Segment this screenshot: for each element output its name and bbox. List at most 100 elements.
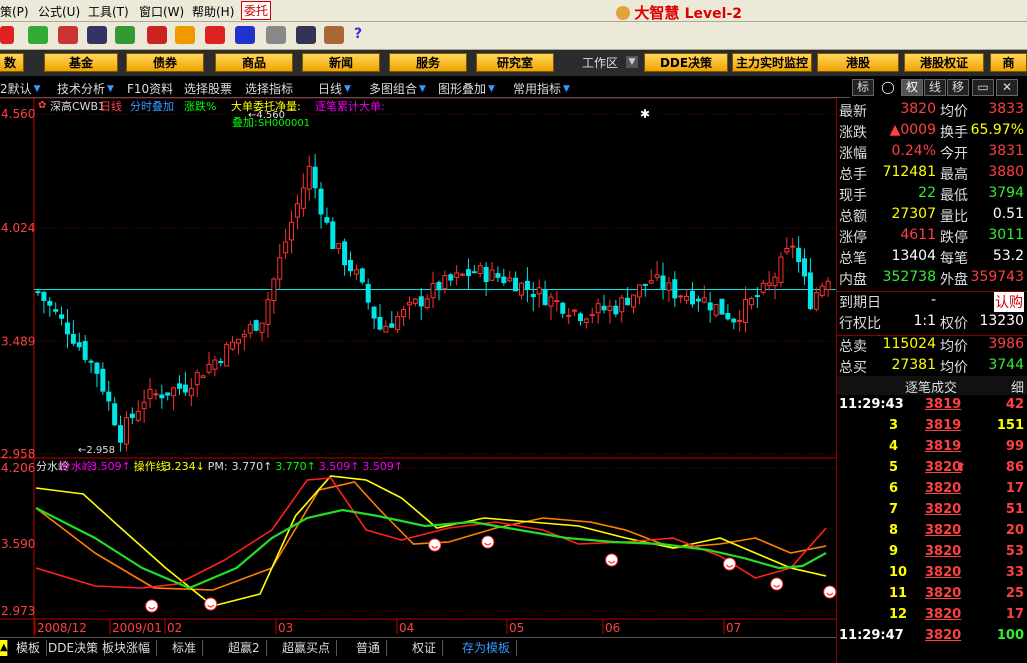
chart-indicator-2: 逐笔累计大单: [315,99,385,113]
quote-label: 换手 [940,125,968,141]
tick-time: 12 [889,607,908,622]
candle-body [100,368,106,392]
quote-label: 均价 [940,360,968,376]
tab-warrant[interactable]: 权证 [406,640,444,656]
tick-volume: 33 [1005,565,1024,580]
chart-svg[interactable]: 4.5604.0243.4892.958✿ 深高CWB1日线 分时叠加 涨跌% 大单委托… [0,97,837,638]
tech-analysis[interactable]: 技术分析 ▼ [57,80,118,97]
common-indicators[interactable]: 常用指标 ▼ [513,80,574,97]
quote-value: 3744 [988,357,1024,373]
layout-select[interactable]: 2默认 ▼ [0,80,44,97]
tab-chaoying2[interactable]: 超赢2 [222,640,267,656]
menu-tools[interactable]: 工具(T) [88,3,129,20]
dollar-icon[interactable] [0,26,14,44]
quote-row: 涨跌 ▲0009 换手 65.97% [837,122,1027,143]
nav-hk-warrant[interactable]: 港股权证 [904,53,984,72]
print-icon[interactable] [266,26,286,44]
tab-rights[interactable]: 权 [901,79,923,96]
menu-help[interactable]: 帮助(H) [192,3,234,20]
tab-standard[interactable]: 标 [852,79,874,96]
candle-body [636,284,642,298]
tick-time: 10 [889,565,908,580]
diamond-icon[interactable] [175,26,195,44]
nav-fund[interactable]: 基金 [44,53,118,72]
multi-chart[interactable]: 多图组合 ▼ [369,80,430,97]
nav-stocks[interactable]: 数 [0,53,24,72]
candle-body [418,296,424,307]
candle-body [371,306,377,319]
tab-move[interactable]: 移 [947,79,969,96]
quote-label: 总额 [839,209,867,225]
candle-body [289,221,295,241]
period-daily[interactable]: 日线 ▼ [318,80,355,97]
tick-time: 11 [889,586,908,601]
menu-window[interactable]: 窗口(W) [139,3,184,20]
quote-value: 4611 [900,227,936,243]
flag-icon[interactable] [147,26,167,44]
candle-body [153,393,159,396]
indicator-value: 3.234↓ [164,460,205,473]
quote-value: 27307 [891,206,936,222]
menu-strategy[interactable]: 策(P) [0,3,29,20]
tick-volume: 42 [1005,397,1024,412]
eye-icon[interactable] [28,26,48,44]
candle-body [772,276,778,287]
nav-service[interactable]: 服务 [389,53,467,72]
nav-research[interactable]: 研究室 [476,53,554,72]
panel-toggle-icon[interactable]: ▭ [972,79,994,96]
tab-chaoying-buy[interactable]: 超赢买点 [276,640,338,656]
window-icon[interactable] [296,26,316,44]
menu-formula[interactable]: 公式(U) [38,3,80,20]
tick-header: 逐笔成交 细 [837,376,1027,396]
candle-body [348,259,354,272]
nav-hk[interactable]: 港股 [817,53,899,72]
workarea-dropdown-icon[interactable]: ▼ [626,56,638,68]
panel-close-icon[interactable]: ✕ [996,79,1018,96]
tick-volume: 20 [1005,523,1024,538]
nav-bond[interactable]: 债券 [126,53,204,72]
tab-sector-gain[interactable]: 板块涨幅 [96,640,158,656]
overlay-chart[interactable]: 图形叠加 ▼ [438,80,499,97]
date-label: 04 [399,621,414,635]
help-icon[interactable]: ? [354,26,374,44]
select-indicator[interactable]: 选择指标 [245,80,293,97]
nav-news[interactable]: 新闻 [302,53,380,72]
price-tick-label: 4.560 [1,107,35,121]
candle-body [401,309,407,318]
binoculars-icon[interactable] [87,26,107,44]
kline-chart[interactable]: 4.560 4.024 3.489 2.958 ✿ 深高CWB1 日线 分时叠加 涨跌% 大单委托… [0,97,837,638]
bars-icon[interactable] [58,26,78,44]
nav-commodity[interactable]: 商品 [215,53,293,72]
tick-row: 6 3820 17 [837,481,1027,502]
candle-body [513,277,519,292]
indicator-label: PM: [208,460,228,473]
nav-dde[interactable]: DDE决策 [644,53,728,72]
books-icon[interactable] [324,26,344,44]
tick-detail-button[interactable]: 细 [1011,377,1024,396]
f10-info[interactable]: F10资料 [127,80,173,97]
candle-body [82,341,88,360]
nav-more[interactable]: 商 [990,53,1027,72]
tab-normal[interactable]: 普通 [350,640,388,656]
candle-body [224,344,230,367]
globe-icon[interactable] [235,26,255,44]
candle-body [454,272,460,278]
tick-time: 8 [889,523,899,538]
tab-standard-layout[interactable]: 标准 [166,640,204,656]
menu-trade[interactable]: 委托 [241,1,272,20]
candle-body [342,241,348,266]
bell-icon[interactable] [115,26,135,44]
menu-bar: 策(P) 公式(U) 工具(T) 窗口(W) 帮助(H) 委托 大智慧 Leve… [0,0,1027,22]
tab-scroll-icon[interactable]: ▲ [0,640,8,656]
tab-save-template[interactable]: 存为模板 [456,640,518,656]
tab-line[interactable]: 线 [924,79,946,96]
car-icon[interactable] [205,26,225,44]
candle-body [684,295,690,301]
candle-body [701,297,707,303]
select-stock[interactable]: 选择股票 [184,80,232,97]
tab-ellipse-icon[interactable]: ◯ [877,79,899,96]
candle-body [188,388,194,397]
nav-monitor[interactable]: 主力实时监控 [732,53,812,72]
brand-name: 大智慧 [634,4,680,22]
quote-value: 1:1 [913,313,936,329]
